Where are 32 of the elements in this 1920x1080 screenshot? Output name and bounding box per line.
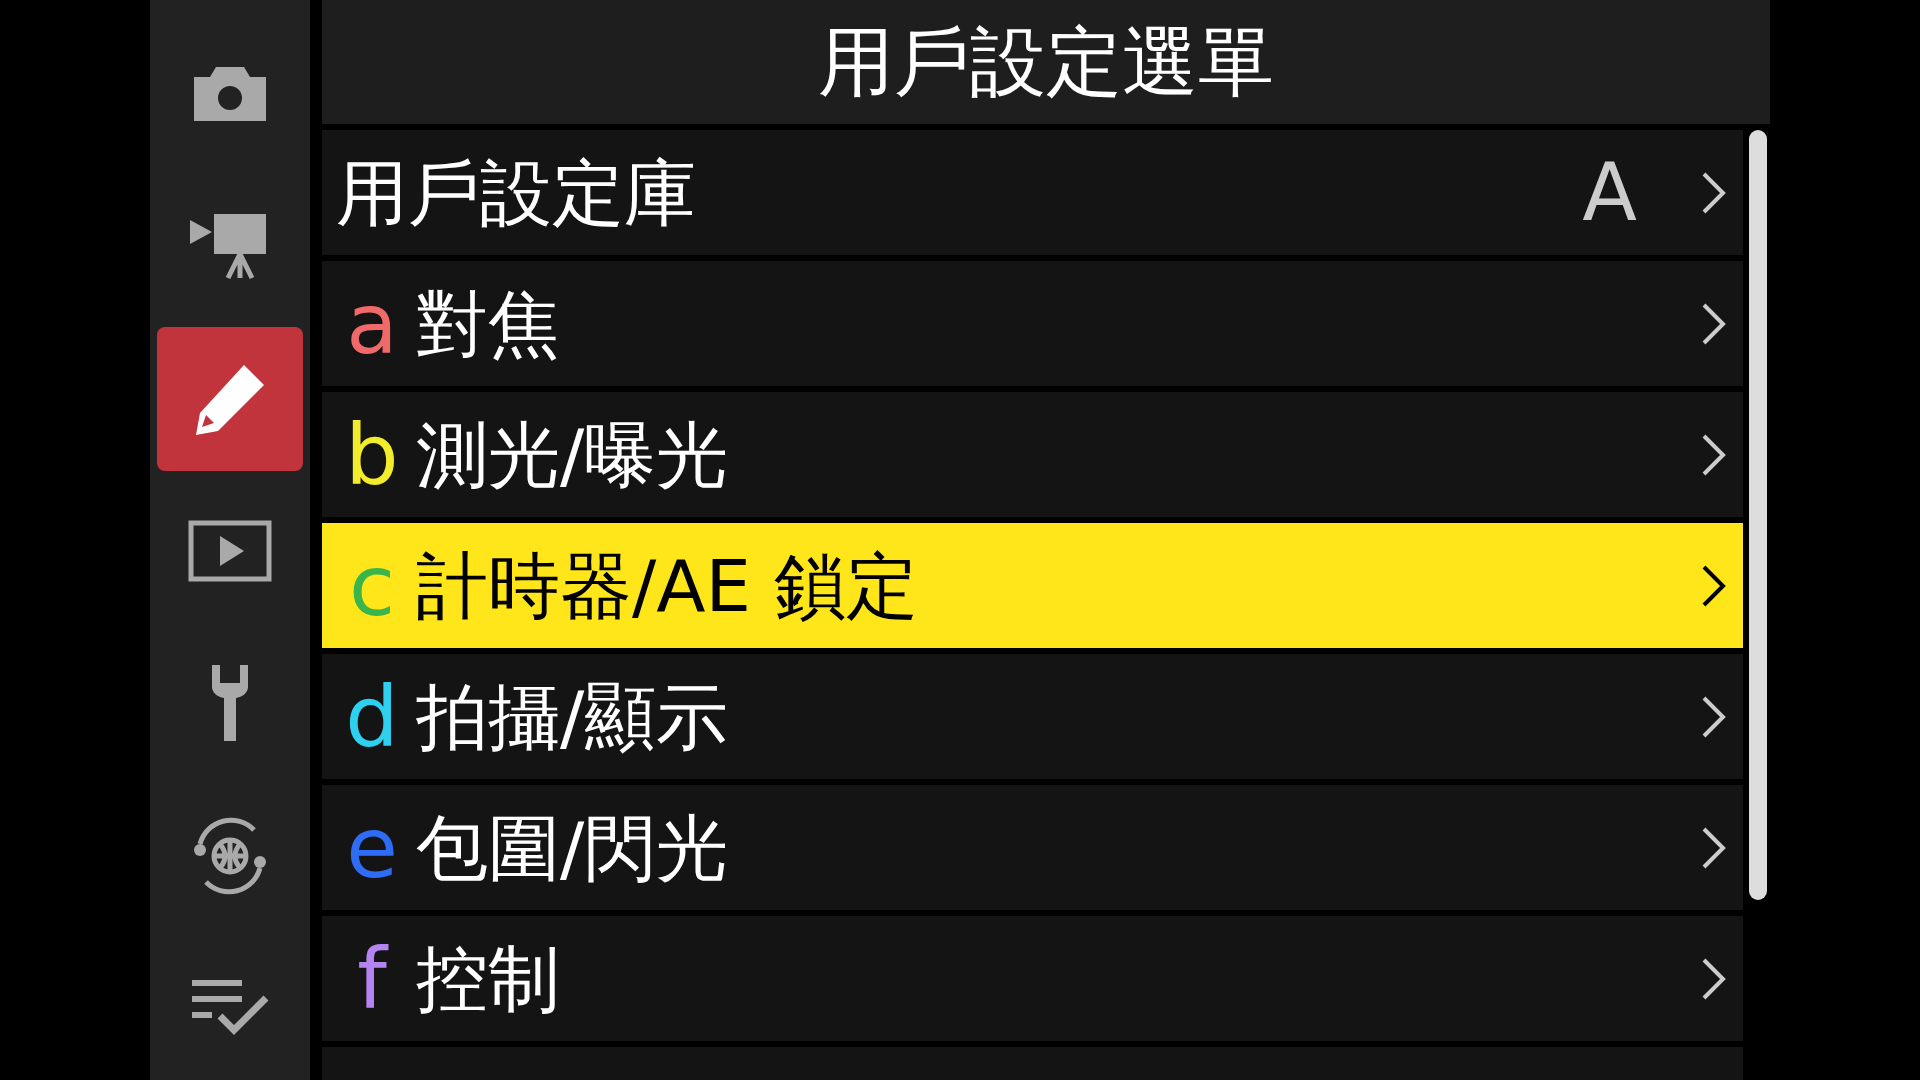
category-letter: c xyxy=(347,543,397,628)
category-letter: a xyxy=(345,281,399,366)
menu-item[interactable]: a 對焦 xyxy=(322,261,1743,386)
setting-value: A xyxy=(1582,152,1637,233)
menu-item-label: 計時器/AE 鎖定 xyxy=(416,549,919,622)
menu-title: 用戶設定選單 xyxy=(818,24,1274,100)
menu-item-label: 用戶設定庫 xyxy=(336,156,697,229)
chevron-right-icon xyxy=(1701,170,1727,215)
chevron-right-icon xyxy=(1701,825,1727,870)
menu-item[interactable]: b 測光/曝光 xyxy=(322,392,1743,517)
menu-item[interactable]: 用戶設定庫 A xyxy=(322,130,1743,255)
chevron-right-icon xyxy=(1701,694,1727,739)
chevron-right-icon xyxy=(1701,432,1727,477)
chevron-right-icon xyxy=(1701,563,1727,608)
scrollbar[interactable] xyxy=(1749,130,1767,900)
menu-item[interactable]: c 計時器/AE 鎖定 xyxy=(322,523,1743,648)
category-letter: b xyxy=(344,412,400,497)
menu-item-label: 測光/曝光 xyxy=(416,418,730,491)
menu-item-label: 控制 xyxy=(416,942,561,1015)
chevron-right-icon xyxy=(1701,301,1727,346)
menu-tab[interactable] xyxy=(157,326,303,471)
menu-item[interactable]: d 拍攝/顯示 xyxy=(322,654,1743,779)
category-letter: e xyxy=(345,805,399,890)
menu-item[interactable]: f 控制 xyxy=(322,916,1743,1041)
menu-item[interactable]: e 包圍/閃光 xyxy=(322,785,1743,910)
category-letter: f xyxy=(356,936,390,1021)
menu-item-label: 對焦 xyxy=(416,287,561,360)
chevron-right-icon xyxy=(1701,956,1727,1001)
playback-icon[interactable] xyxy=(188,520,272,582)
menu-item-label: 包圍/閃光 xyxy=(416,811,730,884)
category-letter: d xyxy=(344,674,400,759)
menu-item-label: 拍攝/顯示 xyxy=(416,680,730,753)
